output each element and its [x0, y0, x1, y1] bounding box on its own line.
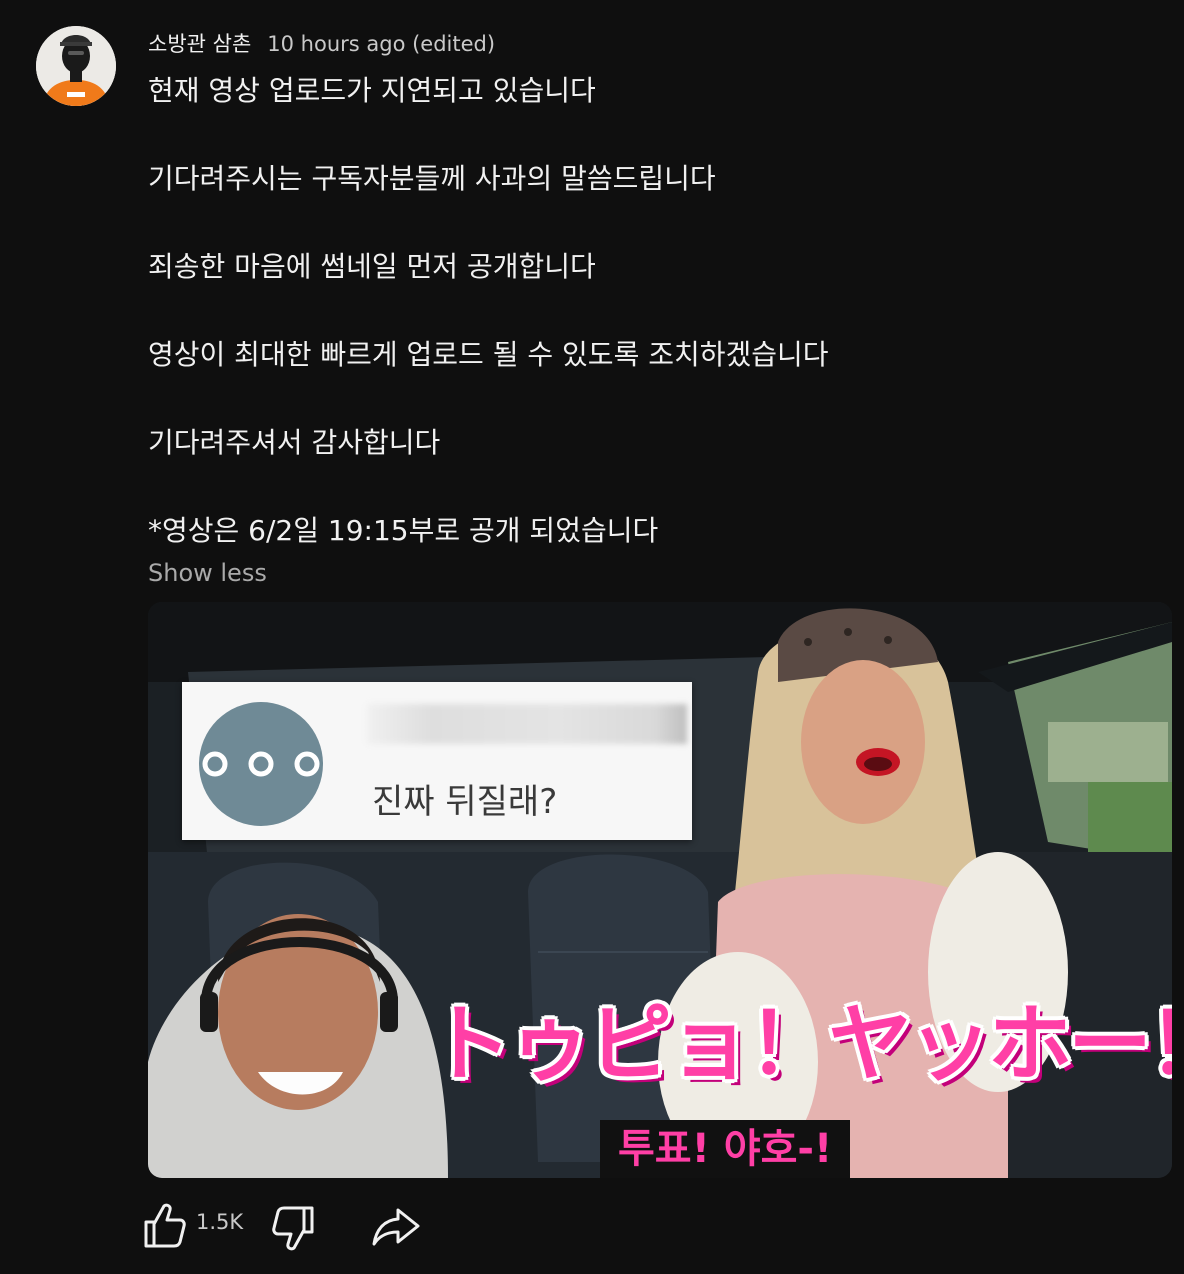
- post-line: 현재 영상 업로드가 지연되고 있습니다: [148, 74, 596, 107]
- default-avatar-icon: [199, 702, 323, 826]
- thumbnail-comment-card: 진짜 뒤질래?: [182, 682, 692, 840]
- like-button[interactable]: [140, 1198, 188, 1254]
- dislike-button[interactable]: [270, 1198, 318, 1254]
- channel-avatar[interactable]: [36, 26, 116, 106]
- share-icon: [372, 1208, 420, 1246]
- community-post: 소방관 삼촌 10 hours ago (edited) 현재 영상 업로드가 …: [0, 0, 1184, 1274]
- post-line: *영상은 6/2일 19:15부로 공개 되었습니다: [148, 514, 659, 547]
- post-line: 기다려주셔서 감사합니다: [148, 426, 441, 459]
- post-line: 기다려주시는 구독자분들께 사과의 말씀드립니다: [148, 162, 716, 195]
- post-timestamp[interactable]: 10 hours ago (edited): [267, 32, 495, 56]
- post-line: 영상이 최대한 빠르게 업로드 될 수 있도록 조치하겠습니다: [148, 338, 829, 371]
- post-line: 죄송한 마음에 썸네일 먼저 공개합니다: [148, 250, 596, 283]
- post-header: 소방관 삼촌 10 hours ago (edited): [148, 28, 495, 58]
- thumbnail-comment-text: 진짜 뒤질래?: [372, 782, 558, 822]
- show-less-button[interactable]: Show less: [148, 556, 267, 590]
- action-bar: 1.5K: [140, 1198, 460, 1254]
- like-count: 1.5K: [196, 1210, 244, 1234]
- author-name[interactable]: 소방관 삼촌: [148, 28, 251, 58]
- share-button[interactable]: [368, 1198, 424, 1254]
- blurred-username: [367, 704, 687, 744]
- post-body: 현재 영상 업로드가 지연되고 있습니다 기다려주시는 구독자분들께 사과의 말…: [148, 71, 1158, 551]
- thumbs-up-icon: [144, 1203, 186, 1248]
- thumbnail-caption-korean: 투표! 야호-!: [600, 1120, 851, 1178]
- thumbnail-caption-japanese: トゥピョ！ヤッホー！: [428, 995, 1172, 1093]
- post-thumbnail-image[interactable]: 진짜 뒤질래? トゥピョ！ヤッホー！ 투표! 야호-!: [148, 602, 1172, 1178]
- thumbs-down-icon: [272, 1206, 314, 1251]
